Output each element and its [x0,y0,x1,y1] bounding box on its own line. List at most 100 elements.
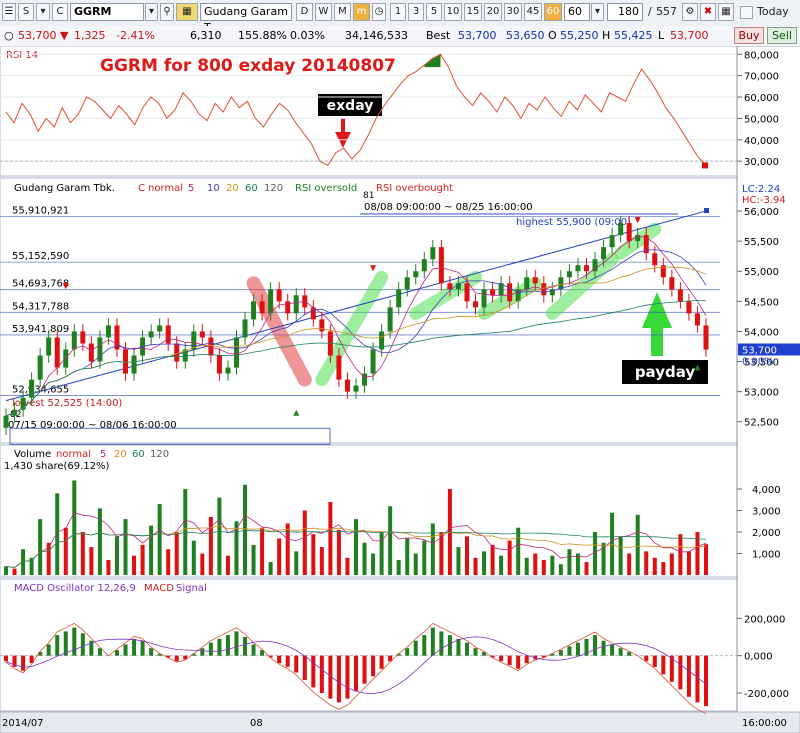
candle-body [88,343,94,362]
price-legend-ma120: 120 [264,183,283,194]
candle-body [259,301,265,314]
today-checkbox[interactable] [740,6,753,19]
candle-body [46,337,52,356]
tick-1-button[interactable]: 1 [390,3,406,21]
macd-bar [174,655,179,662]
volume-legend-ma5: 5 [100,449,106,460]
tick-45-button[interactable]: 45 [524,3,542,21]
ticker-input[interactable]: GGRM [70,3,144,21]
macd-bar [456,638,461,656]
grid-icon[interactable]: ▦ [718,3,734,21]
exday-label: exday [327,98,374,114]
open-value: 55,250 [560,29,599,42]
sell-button[interactable]: Sell [767,27,797,44]
volume-bar [593,532,598,575]
volume-legend-last: 1,430 share(69.12%) [4,461,110,472]
candle-body [105,325,111,338]
candle-body [71,331,77,350]
candle-body [216,355,222,374]
tick-20-button[interactable]: 20 [484,3,502,21]
macd-bar [97,648,102,656]
volume-bar [405,538,410,575]
highest-label: highest 55,900 (09:00) [516,217,631,228]
macd-bar [661,655,666,675]
candle-body [29,379,35,398]
macd-bar [80,633,85,656]
favorite-icon[interactable]: ○ [4,29,14,43]
tick-30-button[interactable]: 30 [504,3,522,21]
period-week-button[interactable]: W [315,3,332,21]
volume-bar [38,519,43,575]
count-input[interactable]: 180 [607,3,643,21]
trend-line-end [704,208,709,214]
menu-icon[interactable]: ☰ [2,3,16,21]
price-y-tick-label: 56,000 [744,207,779,218]
high-label: H [602,29,611,42]
settings-icon[interactable]: ⚙ [682,3,698,21]
interval-input[interactable]: 60 [564,3,590,21]
interval-dropdown-icon[interactable]: ▾ [591,3,604,21]
macd-bar [123,644,128,656]
macd-bar [447,635,452,656]
macd-bar [225,635,230,656]
c-button[interactable]: C [52,3,68,21]
today-label: Today [757,5,789,18]
macd-bar [336,655,341,703]
macd-bar [524,655,529,664]
candle-body [532,277,538,284]
macd-bar [354,655,358,692]
macd-bar [575,642,580,656]
candle-body [293,295,299,314]
macd-bar [413,640,418,656]
candle-body [80,331,86,344]
period-month-button[interactable]: M [334,3,351,21]
volume-bar [277,538,282,575]
candle-body [123,349,129,374]
low-label: L [658,29,665,42]
candle-body [677,289,683,302]
buy-button[interactable]: Buy [734,27,764,44]
candle-body [165,325,171,344]
chevron-down-icon[interactable]: ▾ [36,3,50,21]
macd-legend-macd: MACD [144,583,174,594]
count-total: 557 [656,5,677,18]
volume-bar [567,549,572,575]
tick-3-button[interactable]: 3 [408,3,424,21]
volume-bar [610,512,615,575]
volume-bar [379,532,384,575]
candle-body [609,235,615,248]
volume-bar [584,562,589,575]
chart-area[interactable]: RSI 14 Gudang Garam Tbk. C normal 5 10 2… [0,46,800,733]
candle-body [268,289,274,314]
macd-bar [686,655,691,697]
period-day-button[interactable]: D [296,3,313,21]
tick-15-button[interactable]: 15 [464,3,482,21]
candle-body [669,277,675,290]
candle-body [490,289,496,296]
candle-body [575,265,581,272]
macd-legend-signal: Signal [176,583,207,594]
volume-bar [686,551,691,575]
volume-bar [140,544,145,575]
candle-body [601,247,607,260]
macd-bar [217,638,222,656]
s-button[interactable]: S [18,3,34,21]
close-icon[interactable]: ✖ [700,3,716,21]
tick-5-button[interactable]: 5 [426,3,442,21]
clock-icon[interactable]: ◷ [372,3,386,21]
search-icon[interactable]: ⚲ [160,3,174,21]
volume-legend-normal: normal [56,449,91,460]
macd-bar [678,655,683,690]
price-y-tick-label: 55,000 [744,267,779,278]
price-reference-label: 55,152,590 [12,251,69,262]
tick-60-button[interactable]: 60 [544,3,562,21]
macd-bar [499,655,504,662]
period-minute-button[interactable]: m [353,3,370,21]
tick-10-button[interactable]: 10 [444,3,462,21]
ticker-dropdown-icon[interactable]: ▾ [145,3,158,21]
folder-icon[interactable]: ▦ [176,3,198,21]
volume-bar [89,547,94,575]
macd-bar [46,644,51,656]
company-field[interactable]: Gudang Garam T [200,3,292,34]
candle-body [199,331,205,338]
